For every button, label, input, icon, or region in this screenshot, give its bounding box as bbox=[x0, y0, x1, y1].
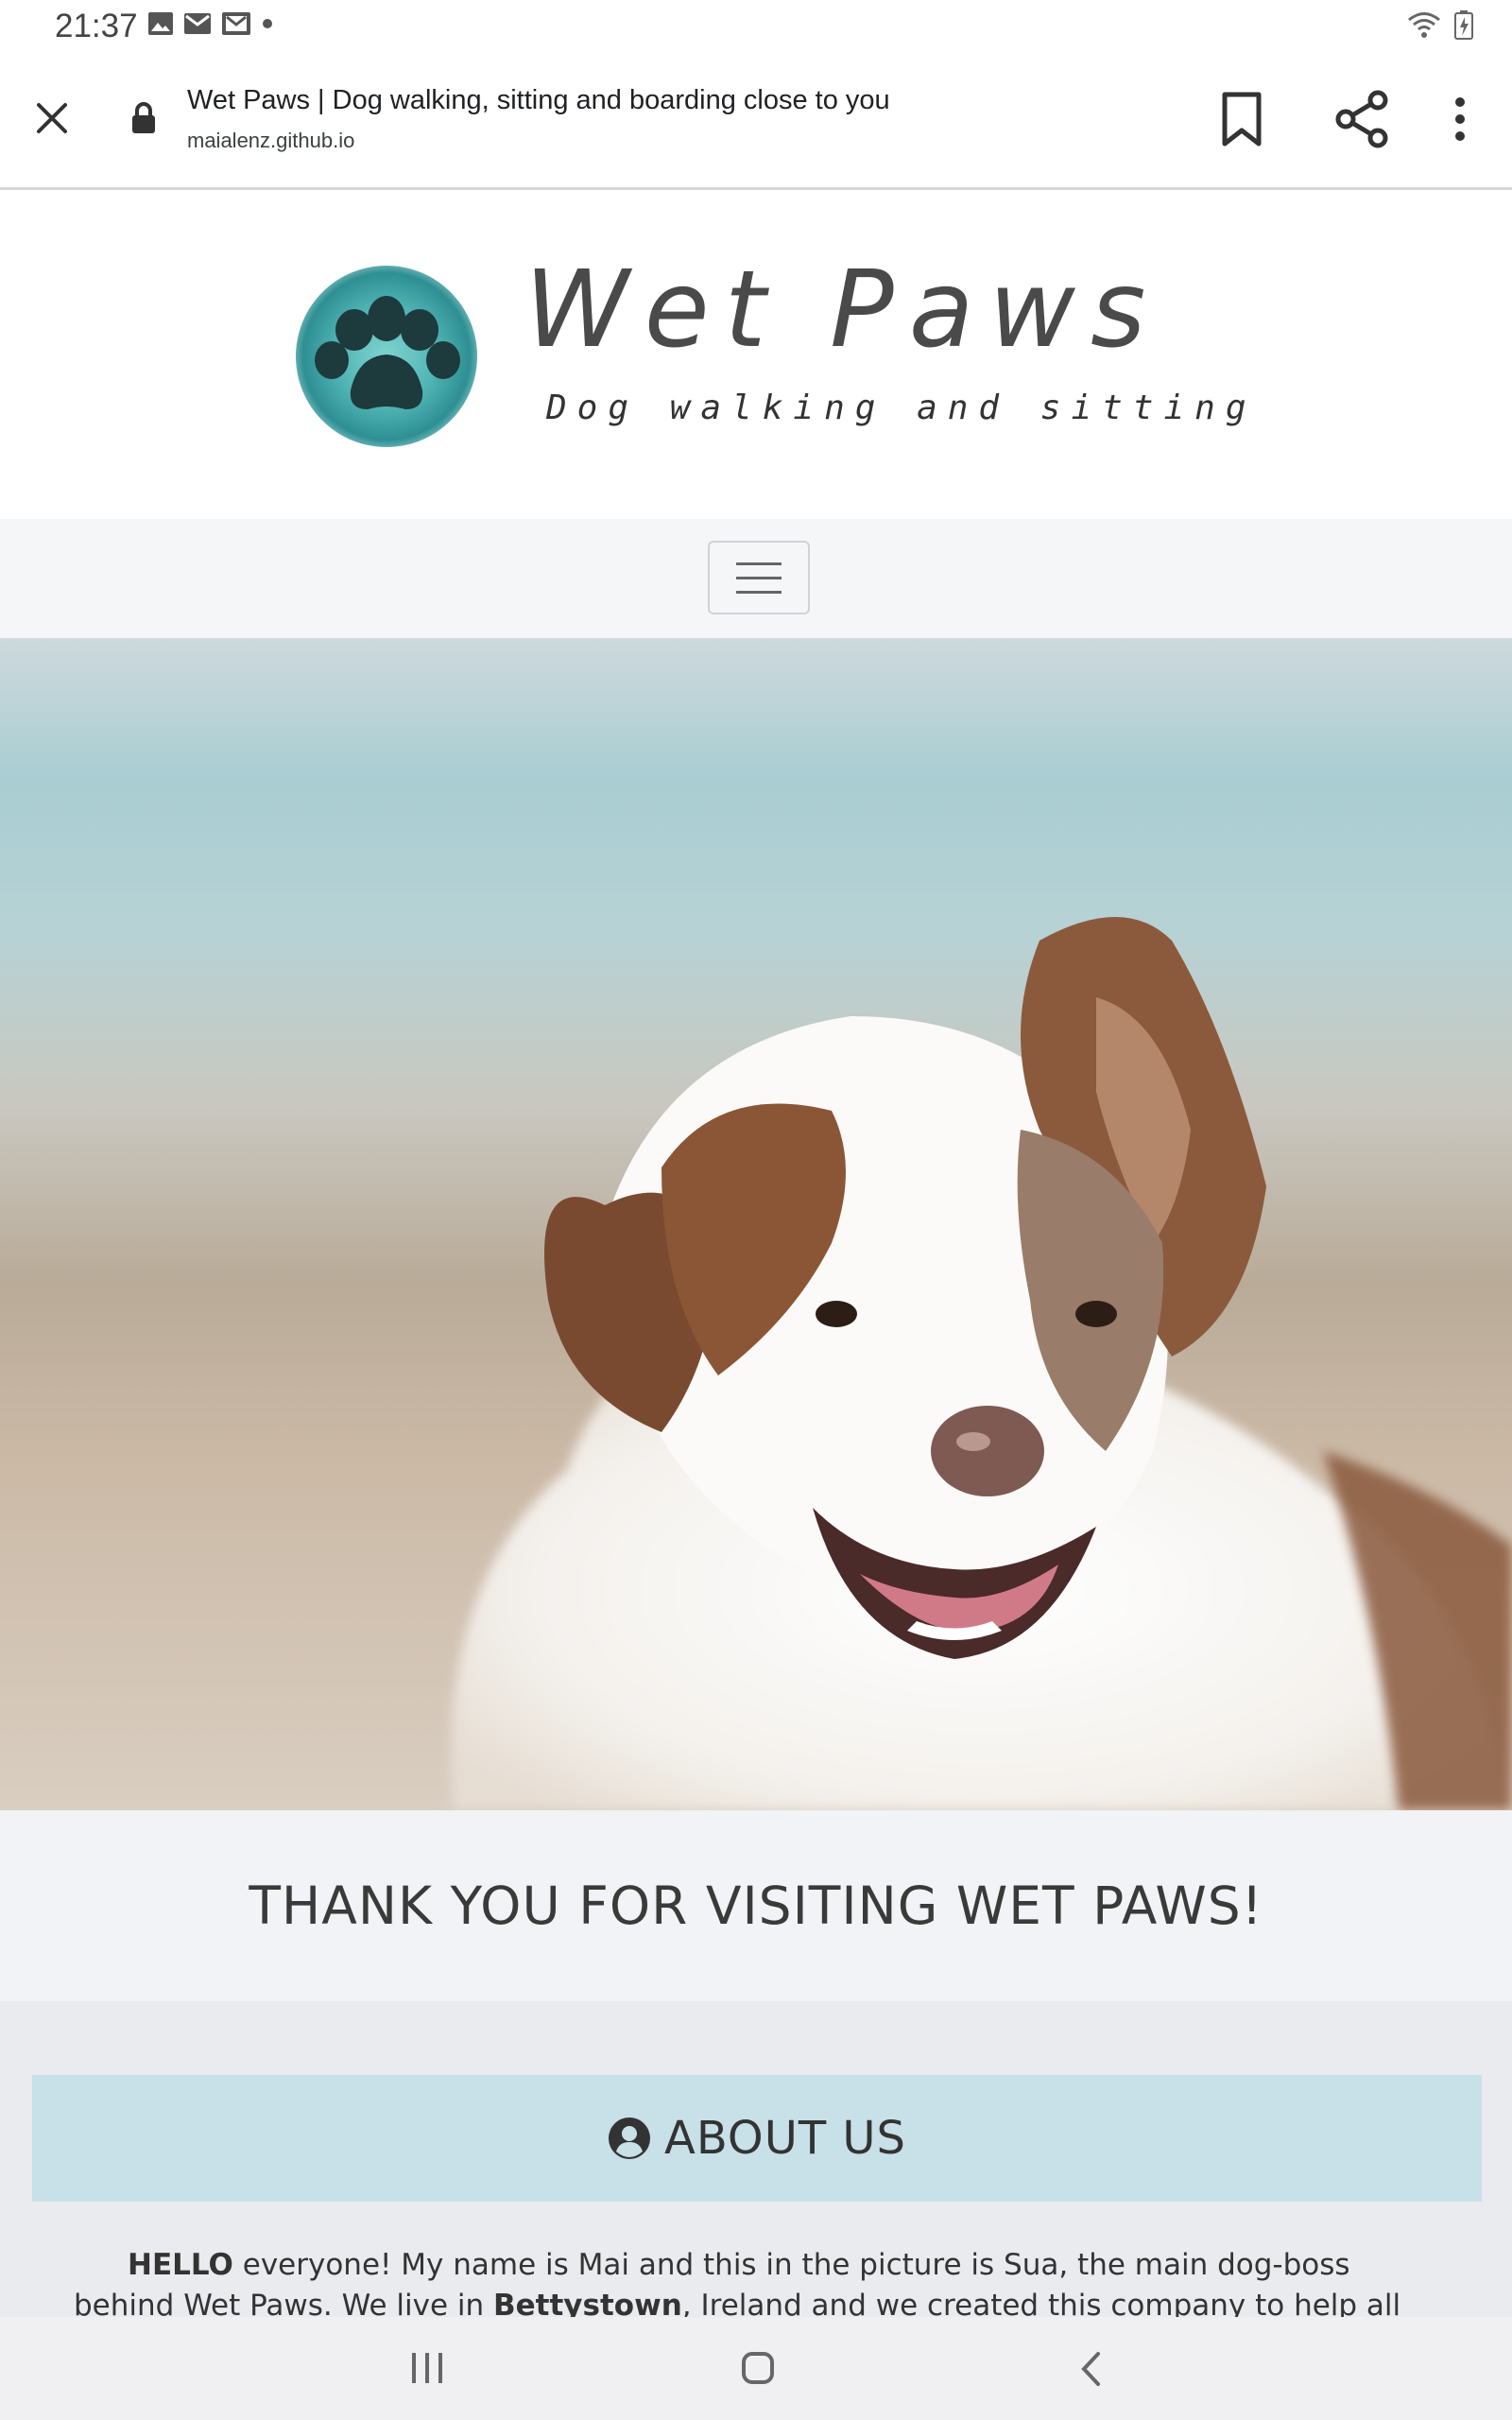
status-bar: 21:37 bbox=[0, 0, 1512, 55]
lock-icon bbox=[132, 102, 155, 133]
logo-tagline: Dog walking and sitting bbox=[546, 389, 1257, 427]
gmail-icon bbox=[222, 12, 250, 35]
share-icon bbox=[1335, 90, 1388, 148]
navbar-toggle-button[interactable] bbox=[708, 541, 810, 614]
recent-apps-icon bbox=[412, 2353, 442, 2383]
logo-badge[interactable] bbox=[296, 266, 477, 447]
bookmark-button[interactable] bbox=[1215, 89, 1268, 154]
back-button[interactable] bbox=[1077, 2351, 1106, 2392]
mail-icon bbox=[184, 13, 211, 34]
hamburger-icon bbox=[736, 562, 782, 565]
bookmark-icon bbox=[1222, 92, 1262, 147]
hero-image bbox=[0, 638, 1512, 1810]
thanks-heading: THANK YOU FOR VISITING WET PAWS! bbox=[249, 1876, 1263, 1936]
user-circle-icon bbox=[608, 2118, 650, 2159]
logo-title: Wet Paws bbox=[524, 249, 1161, 372]
navbar bbox=[0, 519, 1512, 638]
paw-icon bbox=[315, 296, 460, 409]
home-button[interactable] bbox=[741, 2351, 775, 2390]
back-icon bbox=[1081, 2352, 1100, 2386]
about-bold-hello: HELLO bbox=[128, 2248, 233, 2282]
about-header: ABOUT US bbox=[32, 2075, 1482, 2202]
system-navigation-bar bbox=[0, 2317, 1512, 2420]
gallery-icon bbox=[148, 12, 173, 35]
close-button[interactable] bbox=[28, 95, 76, 142]
more-options-button[interactable] bbox=[1446, 93, 1474, 150]
dog-photo bbox=[451, 917, 1512, 1810]
site-header: Wet Paws Dog walking and sitting bbox=[0, 190, 1512, 519]
recent-apps-button[interactable] bbox=[408, 2351, 446, 2390]
hamburger-icon bbox=[736, 590, 782, 594]
browser-toolbar: Wet Paws | Dog walking, sitting and boar… bbox=[0, 55, 1512, 190]
about-section: ABOUT US HELLO everyone! My name is Mai … bbox=[0, 2001, 1512, 2363]
thanks-banner: THANK YOU FOR VISITING WET PAWS! bbox=[0, 1810, 1512, 2001]
battery-icon bbox=[1454, 10, 1473, 40]
page-title: Wet Paws | Dog walking, sitting and boar… bbox=[187, 85, 890, 115]
home-icon bbox=[742, 2352, 774, 2384]
system-icons bbox=[1406, 9, 1474, 40]
page-url[interactable]: maialenz.github.io bbox=[187, 129, 354, 153]
hamburger-icon bbox=[736, 576, 782, 579]
status-time: 21:37 bbox=[55, 8, 138, 44]
more-icon bbox=[1455, 97, 1465, 141]
notification-icons bbox=[147, 11, 274, 36]
dot-icon bbox=[263, 19, 272, 28]
wifi-icon bbox=[1408, 12, 1440, 38]
close-icon bbox=[37, 103, 67, 133]
share-button[interactable] bbox=[1332, 89, 1391, 154]
about-title: ABOUT US bbox=[663, 2112, 906, 2165]
